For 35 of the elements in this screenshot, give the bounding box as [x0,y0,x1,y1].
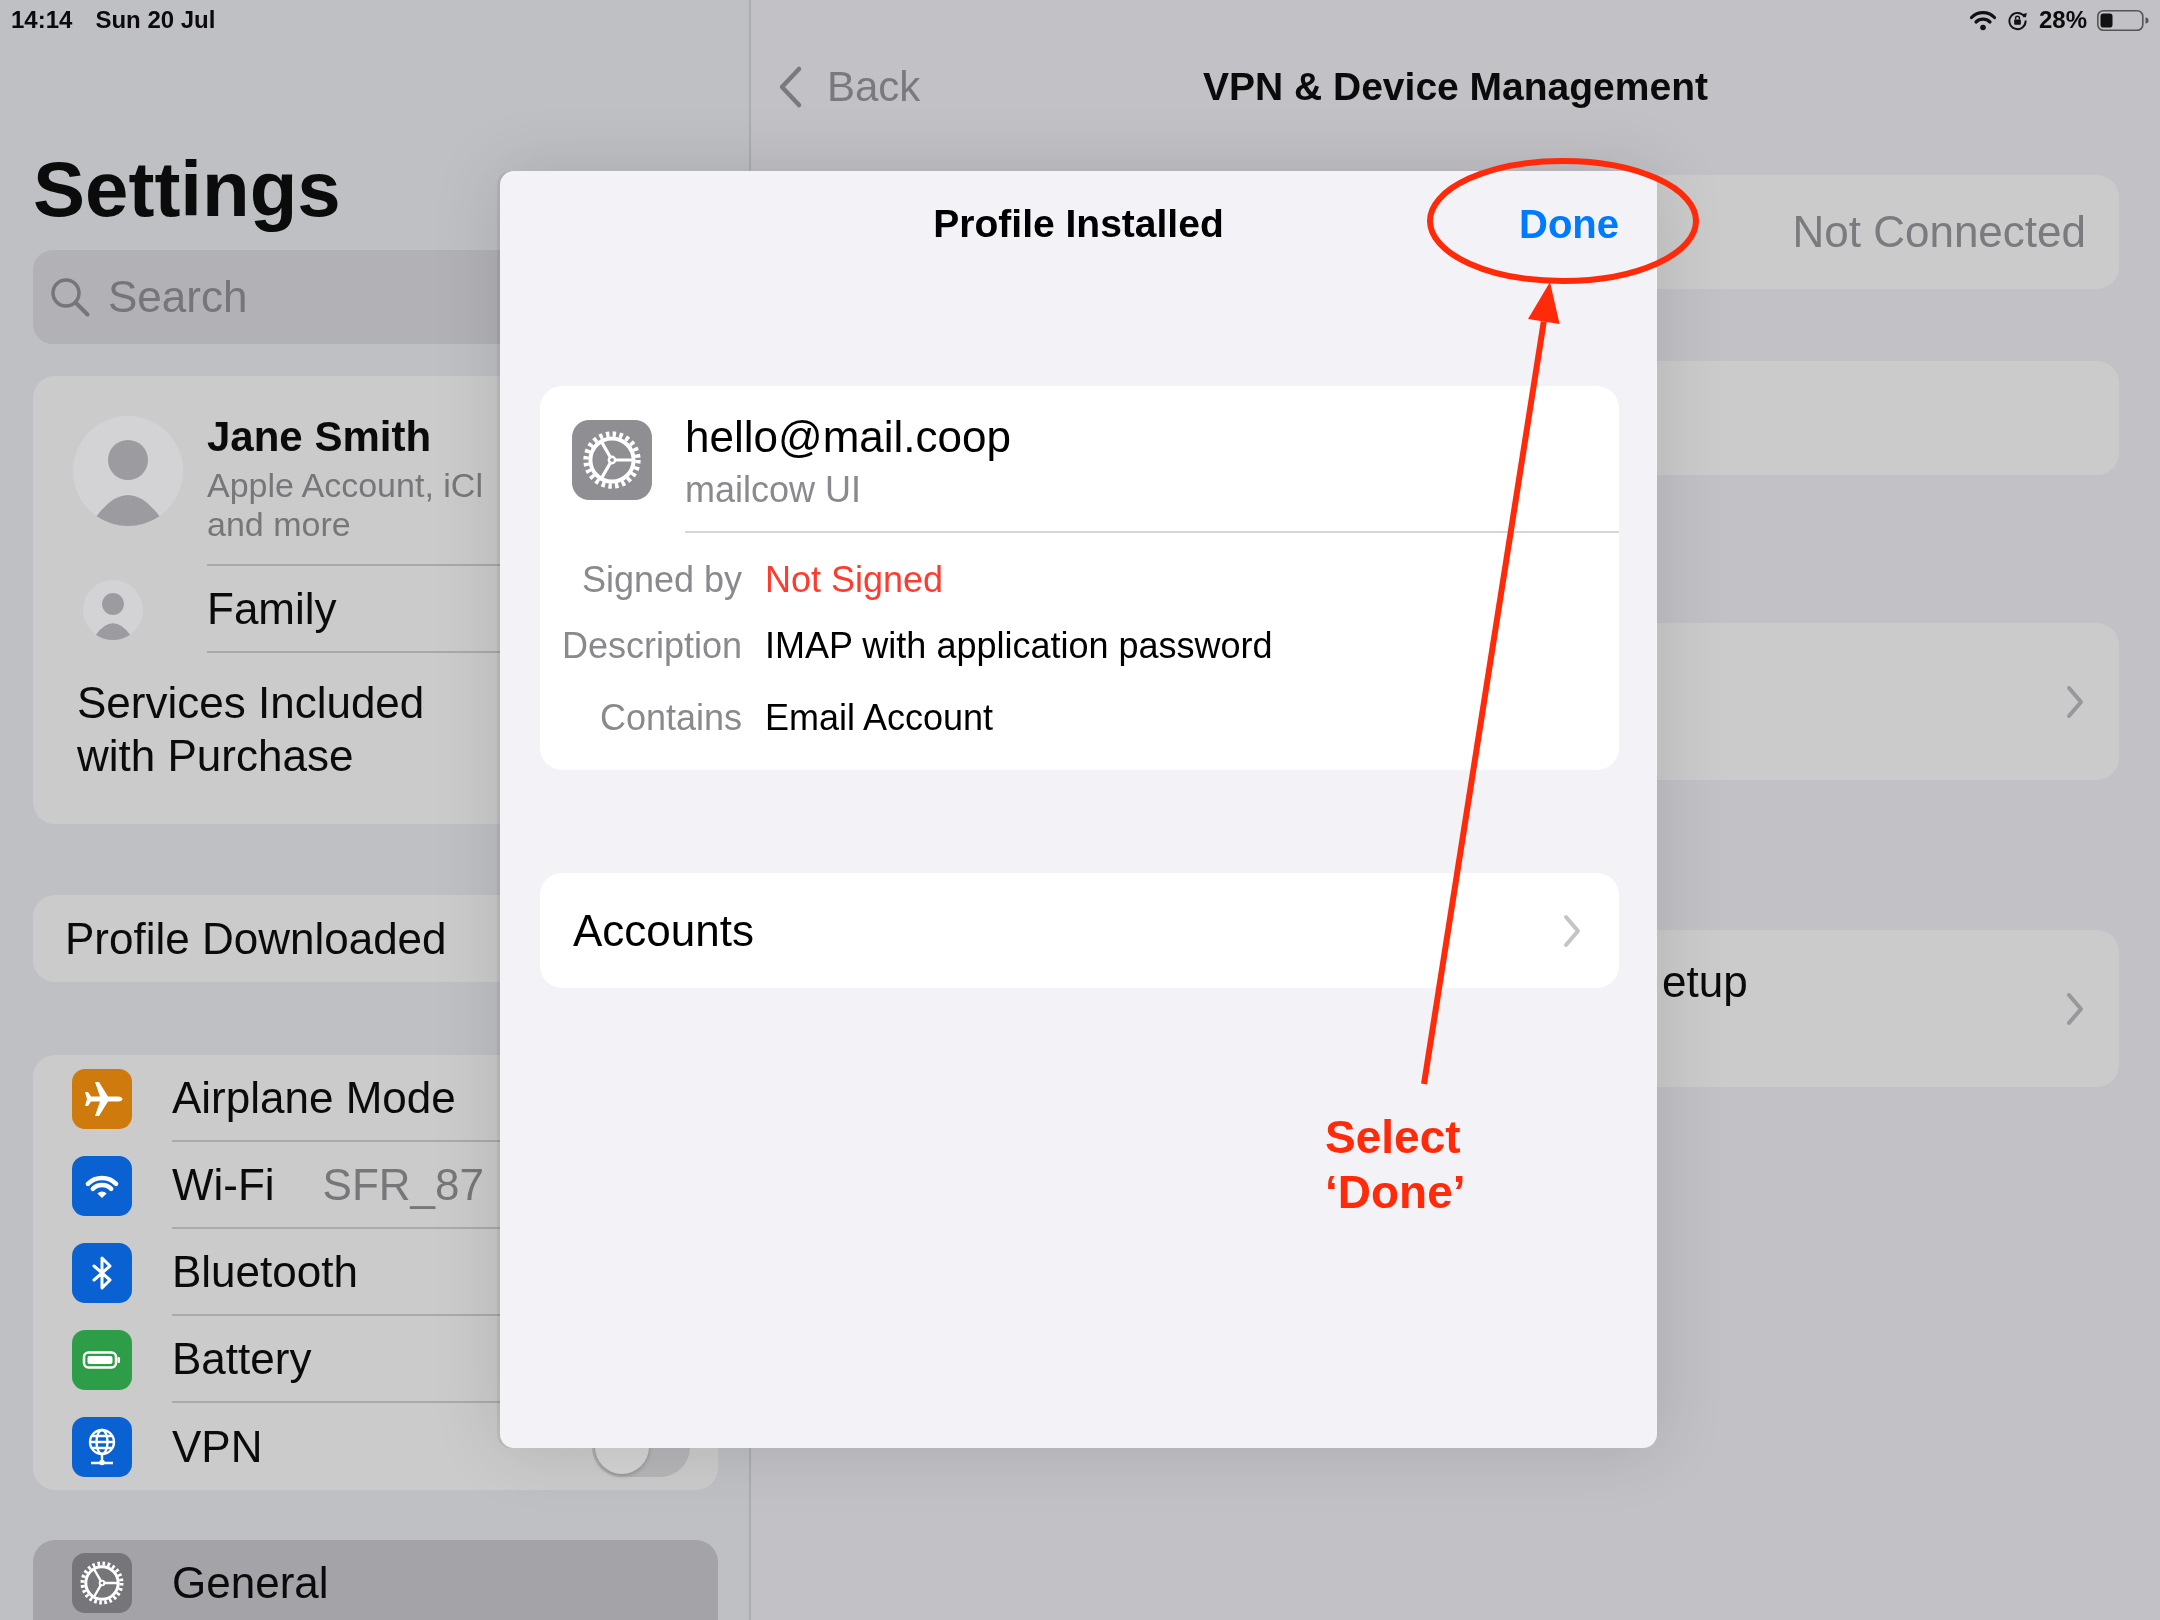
account-subtitle: Apple Account, iCl and more [207,466,483,544]
chevron-icon [2065,990,2085,1027]
settings-row[interactable]: General [33,1540,718,1620]
profile-source: mailcow UI [685,468,862,512]
services-label[interactable]: Services Included with Purchase [77,676,433,782]
detail-label: Contains [599,697,742,738]
status-time: 14:14 [11,6,73,34]
battery-percentage: 28% [2038,6,2087,34]
callout-text: Select ‘Done’ [1325,1110,1466,1220]
account-name[interactable]: Jane Smith [207,412,432,462]
done-button[interactable]: Done [1519,201,1619,247]
status-date: Sun 20 Jul [95,6,216,34]
gear-icon [572,420,652,500]
sheet-title: Profile Installed [933,202,1224,246]
wifi-icon [1968,9,1997,31]
profile-name: hello@mail.coop [685,412,1011,462]
status-value: Not Connected [1792,207,2086,257]
chevron-icon [2065,683,2085,720]
detail-label: Description [561,625,742,666]
detail-value: Not Signed [765,559,944,601]
nav-title: VPN & Device Management [1203,65,1708,109]
avatar-icon [73,416,183,526]
family-label[interactable]: Family [207,583,337,634]
search-icon [49,276,91,318]
detail-value: Email Account [765,697,994,739]
chevron-icon [1562,912,1582,949]
navigation-row[interactable]: Accounts [540,873,1619,988]
row-label: etup [1662,957,1748,1007]
avatar-icon [83,579,143,640]
battery-icon [2097,9,2149,31]
row-value: SFR_87 [322,1159,485,1210]
detail-value: IMAP with application password [765,625,1273,667]
chevron-icon [778,65,803,109]
rotation-lock-icon [2006,9,2028,31]
detail-label: Signed by [581,559,742,600]
